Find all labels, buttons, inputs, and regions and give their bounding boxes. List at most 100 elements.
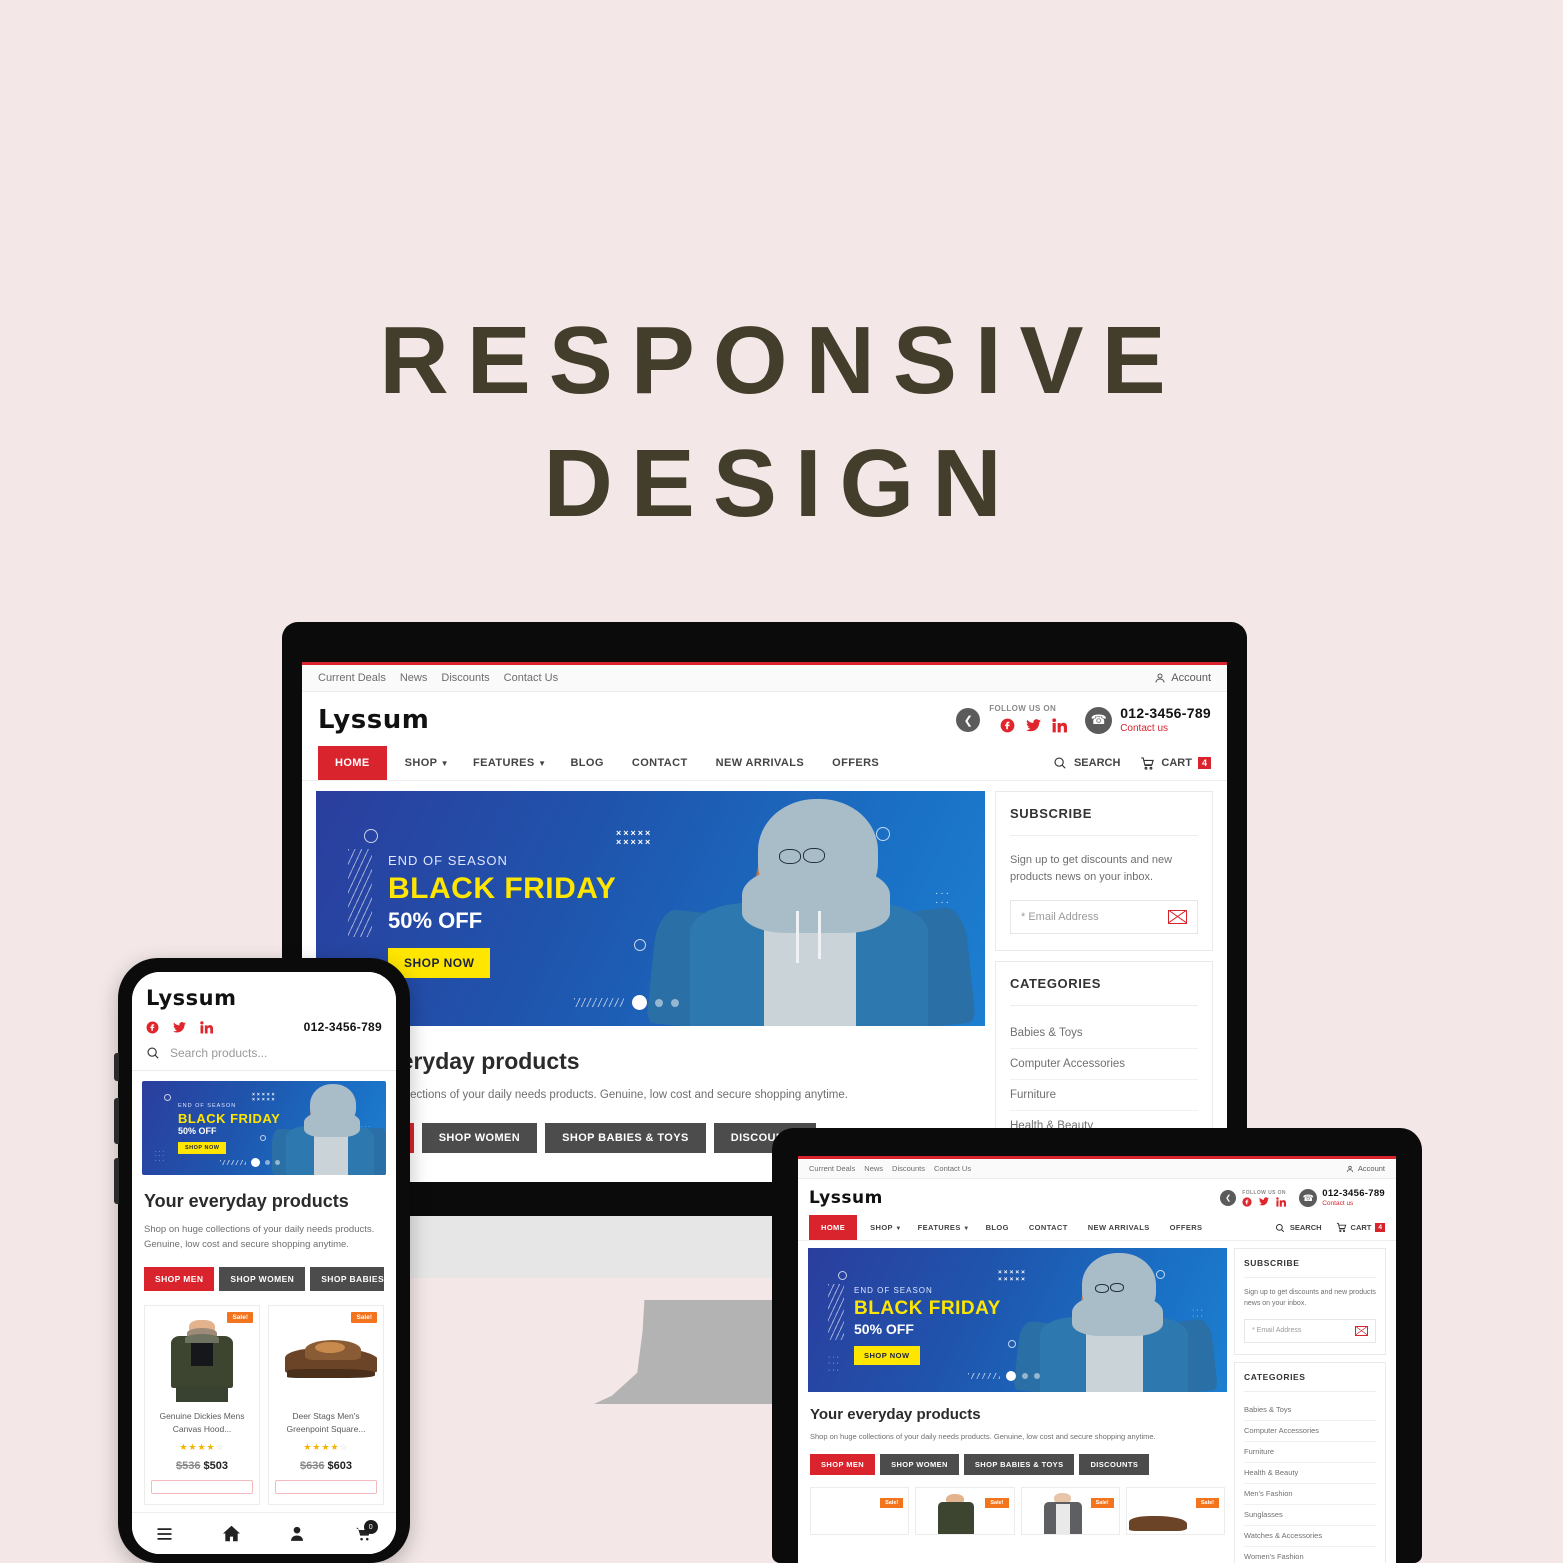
topbar-link-contact-us[interactable]: Contact Us: [504, 672, 558, 684]
mobile-shop-men-button[interactable]: SHOP MEN: [144, 1267, 215, 1292]
nav-item-home[interactable]: HOME: [809, 1215, 858, 1240]
topbar-link-news[interactable]: News: [864, 1164, 883, 1173]
nav-item-blog[interactable]: BLOG: [976, 1215, 1019, 1240]
add-to-cart-button[interactable]: [275, 1479, 377, 1494]
carousel-dot-2[interactable]: [655, 998, 663, 1007]
site-logo[interactable]: Lyssum: [809, 1188, 883, 1208]
carousel-dot-2[interactable]: [265, 1160, 270, 1165]
search-button[interactable]: SEARCH: [1275, 1223, 1322, 1233]
phone-number[interactable]: 012-3456-789: [1120, 705, 1211, 723]
tablet-shop-women-button[interactable]: SHOP WOMEN: [880, 1454, 959, 1475]
category-computer-accessories[interactable]: Computer Accessories: [1010, 1049, 1198, 1081]
nav-item-contact[interactable]: CONTACT: [1019, 1215, 1078, 1240]
carousel-dot-1[interactable]: [632, 995, 647, 1010]
category-womens-fashion[interactable]: Women's Fashion: [1244, 1547, 1376, 1563]
product-card[interactable]: Sale!: [810, 1487, 910, 1535]
twitter-icon[interactable]: [1259, 1197, 1270, 1206]
nav-item-home[interactable]: HOME: [318, 746, 387, 780]
contact-us-link[interactable]: Contact us: [1120, 723, 1211, 736]
mobile-logo[interactable]: Lyssum: [146, 986, 382, 1010]
account-link[interactable]: Account: [1154, 672, 1211, 684]
tablet-hero-banner[interactable]: ×××××××××× ××××× ··············· ·······…: [808, 1248, 1227, 1392]
nav-item-new-arrivals[interactable]: NEW ARRIVALS: [1078, 1215, 1160, 1240]
nav-item-offers[interactable]: OFFERS: [1160, 1215, 1213, 1240]
nav-item-features[interactable]: FEATURES ▼: [459, 746, 556, 780]
category-babies-toys[interactable]: Babies & Toys: [1244, 1400, 1376, 1421]
search-button[interactable]: SEARCH: [1053, 756, 1120, 770]
envelope-icon[interactable]: [1355, 1325, 1368, 1336]
tablet-shop-babies-toys-button[interactable]: SHOP BABIES & TOYS: [963, 1454, 1075, 1475]
person-icon[interactable]: [289, 1525, 305, 1542]
twitter-icon[interactable]: [173, 1021, 186, 1033]
category-sunglasses[interactable]: Sunglasses: [1244, 1505, 1376, 1526]
facebook-icon[interactable]: [1000, 718, 1015, 733]
carousel-dot-1[interactable]: [251, 1158, 260, 1167]
search-input[interactable]: Search products...: [132, 1042, 396, 1071]
product-card[interactable]: Sale!: [1020, 1487, 1120, 1535]
nav-item-shop[interactable]: SHOP ▼: [387, 746, 459, 780]
linkedin-icon[interactable]: [1052, 717, 1068, 733]
topbar-link-current-deals[interactable]: Current Deals: [809, 1164, 855, 1173]
linkedin-icon[interactable]: [1276, 1196, 1287, 1207]
menu-icon[interactable]: [156, 1527, 173, 1541]
email-field[interactable]: * Email Address: [1244, 1318, 1376, 1343]
nav-item-features[interactable]: FEATURES ▼: [908, 1215, 976, 1240]
category-furniture[interactable]: Furniture: [1010, 1080, 1198, 1112]
nav-item-shop[interactable]: SHOP ▼: [857, 1215, 908, 1240]
nav-item-contact[interactable]: CONTACT: [618, 746, 702, 780]
category-computer-accessories[interactable]: Computer Accessories: [1244, 1421, 1376, 1442]
mobile-phone-number[interactable]: 012-3456-789: [304, 1020, 382, 1034]
tablet-shop-men-button[interactable]: SHOP MEN: [810, 1454, 876, 1475]
cart-icon[interactable]: 0: [354, 1520, 378, 1542]
nav-item-blog[interactable]: BLOG: [556, 746, 617, 780]
topbar-link-current-deals[interactable]: Current Deals: [318, 672, 386, 684]
product-card[interactable]: Sale!: [1125, 1487, 1225, 1535]
category-babies-toys[interactable]: Babies & Toys: [1010, 1018, 1198, 1050]
shop-women-button[interactable]: SHOP WOMEN: [421, 1123, 538, 1153]
topbar-link-discounts[interactable]: Discounts: [892, 1164, 925, 1173]
home-icon[interactable]: [222, 1525, 241, 1542]
topbar-link-contact-us[interactable]: Contact Us: [934, 1164, 971, 1173]
add-to-cart-button[interactable]: [151, 1479, 253, 1494]
topbar-link-discounts[interactable]: Discounts: [441, 672, 489, 684]
category-furniture[interactable]: Furniture: [1244, 1442, 1376, 1463]
phone-power-button[interactable]: [114, 1158, 119, 1204]
tablet-shop-now-button[interactable]: SHOP NOW: [854, 1346, 920, 1365]
shop-babies-toys-button[interactable]: SHOP BABIES & TOYS: [545, 1123, 706, 1153]
facebook-icon[interactable]: [146, 1021, 159, 1034]
nav-item-offers[interactable]: OFFERS: [818, 746, 893, 780]
carousel-dot-3[interactable]: [1034, 1373, 1040, 1379]
account-link[interactable]: Account: [1346, 1164, 1385, 1173]
mobile-hero-banner[interactable]: ×××××××××× ··············· ········· ×××…: [142, 1081, 386, 1175]
carousel-dot-2[interactable]: [1022, 1373, 1028, 1379]
carousel-dot-1[interactable]: [1006, 1371, 1016, 1381]
banner-carousel-dots[interactable]: [574, 995, 679, 1010]
phone-volume-up-button[interactable]: [114, 1053, 119, 1081]
envelope-icon[interactable]: [1168, 910, 1187, 925]
category-watches-accessories[interactable]: Watches & Accessories: [1244, 1526, 1376, 1547]
share-icon[interactable]: ❮: [1220, 1190, 1237, 1206]
facebook-icon[interactable]: [1242, 1196, 1252, 1207]
site-logo[interactable]: Lyssum: [318, 705, 429, 735]
linkedin-icon[interactable]: [200, 1020, 213, 1034]
share-icon[interactable]: ❮: [956, 708, 981, 732]
mobile-shop-women-button[interactable]: SHOP WOMEN: [219, 1267, 306, 1292]
phone-volume-down-button[interactable]: [114, 1098, 119, 1144]
twitter-icon[interactable]: [1026, 718, 1042, 732]
tablet-discounts-button[interactable]: DISCOUNTS: [1079, 1454, 1150, 1475]
category-health-beauty[interactable]: Health & Beauty: [1244, 1463, 1376, 1484]
carousel-dot-3[interactable]: [671, 998, 679, 1007]
mobile-shop-now-button[interactable]: SHOP NOW: [178, 1142, 227, 1154]
product-card[interactable]: Sale!: [915, 1487, 1015, 1535]
phone-number[interactable]: 012-3456-789: [1322, 1188, 1385, 1200]
mobile-carousel-dots[interactable]: [220, 1158, 280, 1167]
product-card[interactable]: Sale! Deer Stags Men's Greenpoint Square…: [268, 1305, 384, 1505]
mobile-shop-babies-toys-button[interactable]: SHOP BABIES & TOYS: [310, 1267, 384, 1292]
category-mens-fashion[interactable]: Men's Fashion: [1244, 1484, 1376, 1505]
contact-us-link[interactable]: Contact us: [1322, 1200, 1385, 1208]
product-card[interactable]: Sale! Genuine Dickies Mens Canvas Hood..…: [144, 1305, 260, 1505]
topbar-link-news[interactable]: News: [400, 672, 428, 684]
tablet-carousel-dots[interactable]: [968, 1371, 1040, 1381]
nav-item-new-arrivals[interactable]: NEW ARRIVALS: [702, 746, 819, 780]
cart-button[interactable]: CART 4: [1140, 756, 1211, 771]
